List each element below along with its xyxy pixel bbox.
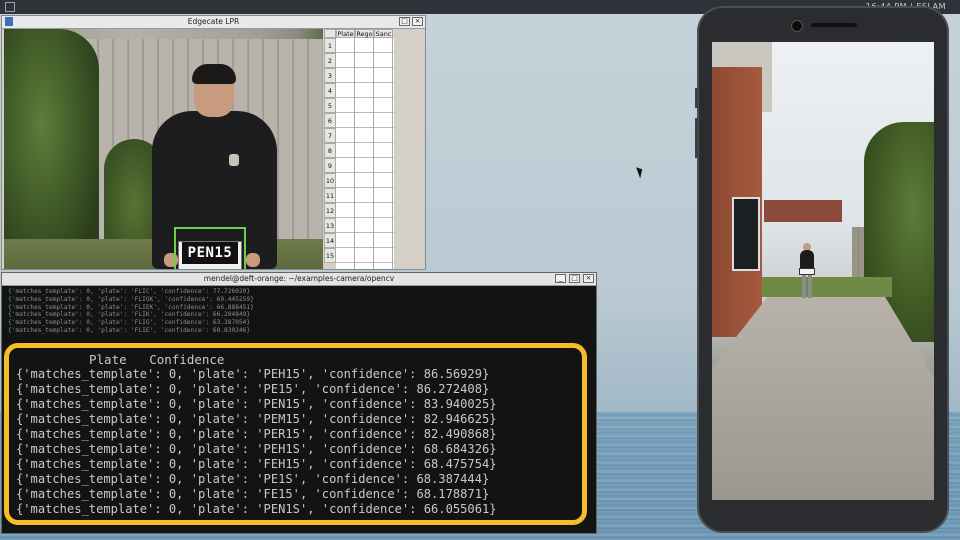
row-number: 1 — [324, 38, 336, 53]
result-line: {'matches_template': 0, 'plate': 'FEH15'… — [16, 457, 497, 471]
row-number: 13 — [324, 218, 336, 233]
row-number: 12 — [324, 203, 336, 218]
column-header[interactable]: Sanc — [374, 29, 393, 38]
highlighted-results-box: Plate Confidence {'matches_template': 0,… — [4, 343, 587, 525]
log-line: {'matches_template': 0, 'plate': 'FLIK',… — [8, 311, 251, 319]
driveway — [712, 297, 934, 500]
phone-volume-button — [695, 118, 698, 158]
hand — [246, 253, 260, 267]
log-line: {'matches_template': 0, 'plate': 'FLIE',… — [8, 326, 251, 334]
result-line: {'matches_template': 0, 'plate': 'PEN1S'… — [16, 502, 497, 516]
log-line: {'matches_template': 0, 'plate': 'FLIG',… — [8, 319, 251, 327]
maximize-button[interactable]: □ — [569, 274, 580, 283]
lpr-window-title: Edgecate LPR — [187, 17, 240, 26]
log-line: {'matches_template': 0, 'plate': 'FLIEK'… — [8, 303, 254, 311]
close-button[interactable]: × — [412, 17, 423, 26]
result-line: {'matches_template': 0, 'plate': 'PEH15'… — [16, 367, 490, 381]
log-line: {'matches_template': 0, 'plate': 'FLIC',… — [8, 288, 251, 295]
row-number: 15 — [324, 248, 336, 263]
terminal-log: {'matches_template': 0, 'plate': 'FLIC',… — [8, 288, 254, 335]
detection-box — [174, 227, 246, 269]
desktop-menu-icon[interactable] — [5, 2, 15, 12]
result-line: {'matches_template': 0, 'plate': 'FE15',… — [16, 487, 490, 501]
result-line: {'matches_template': 0, 'plate': 'PEM15'… — [16, 412, 497, 426]
bush — [4, 29, 99, 269]
terminal-title-bar[interactable]: mendel@deft-orange: ~/examples-camera/op… — [2, 273, 596, 286]
results-list: {'matches_template': 0, 'plate': 'PEH15'… — [16, 367, 497, 517]
column-header[interactable]: Plate — [336, 29, 355, 38]
hoodie-logo — [229, 154, 239, 166]
row-number: 9 — [324, 158, 336, 173]
row-number: 14 — [324, 233, 336, 248]
phone-speaker — [811, 23, 857, 27]
grass — [762, 277, 892, 297]
close-button[interactable]: × — [583, 274, 594, 283]
mouse-cursor-icon — [636, 165, 645, 179]
results-grid[interactable]: Plate Rego Sanc 1 2 3 4 5 6 7 8 9 10 11 … — [324, 29, 425, 269]
grid-cells[interactable] — [336, 38, 394, 269]
result-line: {'matches_template': 0, 'plate': 'PE15',… — [16, 382, 490, 396]
column-header[interactable]: Rego — [355, 29, 374, 38]
row-number: 5 — [324, 98, 336, 113]
row-number: 8 — [324, 143, 336, 158]
lpr-title-bar[interactable]: Edgecate LPR □ × — [2, 16, 425, 29]
plate-sign — [799, 268, 815, 275]
minimize-button[interactable]: _ — [555, 274, 566, 283]
phone-camera-view — [712, 42, 934, 500]
result-line: {'matches_template': 0, 'plate': 'PER15'… — [16, 427, 497, 441]
phone-side-button — [695, 88, 698, 108]
person-legs — [802, 272, 812, 298]
camera-feed: PEN15 — [4, 29, 323, 269]
row-number: 3 — [324, 68, 336, 83]
log-line: {'matches_template': 0, 'plate': 'FLIGK'… — [8, 295, 254, 303]
maximize-button[interactable]: □ — [399, 17, 410, 26]
row-number: 7 — [324, 128, 336, 143]
row-number: 4 — [324, 83, 336, 98]
result-line: {'matches_template': 0, 'plate': 'PEN15'… — [16, 397, 497, 411]
row-number: 6 — [324, 113, 336, 128]
person-hair — [192, 64, 236, 84]
house-window — [732, 197, 760, 271]
results-header: Plate Confidence — [89, 352, 225, 367]
row-number: 11 — [324, 188, 336, 203]
front-camera-icon — [791, 20, 803, 32]
row-number: 10 — [324, 173, 336, 188]
result-line: {'matches_template': 0, 'plate': 'PE1S',… — [16, 472, 490, 486]
lpr-window: Edgecate LPR □ × PEN15 Plate Rego Sanc 1… — [1, 15, 426, 270]
neighbour-roof — [764, 200, 842, 222]
terminal-title: mendel@deft-orange: ~/examples-camera/op… — [203, 274, 395, 283]
phone-device — [695, 6, 949, 533]
row-number: 2 — [324, 53, 336, 68]
grid-corner — [324, 29, 336, 38]
result-line: {'matches_template': 0, 'plate': 'PEH1S'… — [16, 442, 497, 456]
